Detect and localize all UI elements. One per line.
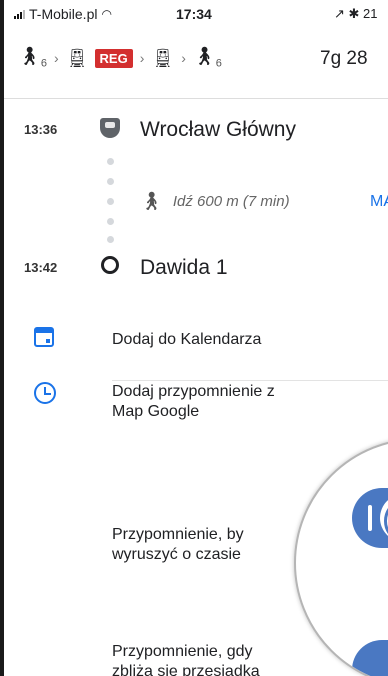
walk-icon: 🚶︎	[140, 191, 163, 211]
departure-reminder-toggle[interactable]	[352, 488, 388, 548]
timeline-dot	[107, 158, 114, 165]
toggle-knob	[380, 494, 388, 544]
timeline-dot	[107, 178, 114, 185]
carrier-name: T-Mobile.pl	[29, 6, 98, 22]
magnifier-lens	[294, 438, 388, 676]
walk-index-end: 6	[215, 57, 222, 70]
walk-icon: 🚶︎6	[192, 46, 222, 70]
chevron-right-icon: ›	[139, 50, 145, 66]
transfer-reminder-label: Przypomnienie, gdy zbliża się przesiadka	[112, 643, 260, 676]
divider	[112, 380, 388, 381]
departure-reminder-label: Przypomnienie, by wyruszyć o czasie	[112, 526, 244, 563]
reminder-section-title: Dodaj przypomnienie z Map Google	[112, 383, 275, 420]
walk-index-start: 6	[40, 57, 47, 70]
end-time: 13:42	[24, 260, 58, 275]
phone-screen: T-Mobile.pl ◠ 17:34 ↗ ✱ 21 🚶︎6 › 🚆︎ REG …	[0, 0, 388, 676]
status-bar: T-Mobile.pl ◠ 17:34 ↗ ✱ 21	[4, 0, 388, 26]
destination-circle-icon	[101, 256, 119, 274]
timeline-dot	[107, 198, 114, 205]
end-stop-name[interactable]: Dawida 1	[140, 256, 228, 280]
timeline-dot	[107, 218, 114, 225]
route-summary[interactable]: 🚶︎6 › 🚆︎ REG › 🚆︎ › 🚶︎6 7g 28	[4, 36, 388, 80]
walk-instruction: Idź 600 m (7 min)	[172, 193, 290, 210]
start-stop-name[interactable]: Wrocław Główny	[140, 118, 296, 142]
transfer-reminder-toggle[interactable]	[352, 640, 388, 676]
timeline-dot	[107, 236, 114, 243]
chevron-right-icon: ›	[53, 50, 59, 66]
stop-pin-icon	[100, 118, 120, 138]
status-right-indicators: ↗ ✱ 21	[334, 6, 378, 21]
wifi-icon: ◠	[101, 7, 112, 21]
calendar-icon	[34, 327, 54, 347]
add-to-calendar-button[interactable]: Dodaj do Kalendarza	[112, 330, 261, 350]
signal-icon	[14, 9, 25, 19]
start-time: 13:36	[24, 122, 58, 137]
walk-icon: 🚶︎6	[18, 46, 47, 70]
map-link[interactable]: MĄ	[370, 193, 388, 211]
clock-time: 17:34	[176, 6, 212, 22]
chevron-right-icon: ›	[181, 50, 186, 66]
reg-badge: REG	[94, 48, 133, 68]
divider	[4, 98, 388, 99]
trip-duration: 7g 28	[320, 48, 368, 69]
train-icon: 🚆︎	[151, 47, 175, 68]
walk-segment[interactable]: 🚶︎ Idź 600 m (7 min)	[140, 191, 290, 212]
alarm-clock-icon	[34, 382, 56, 404]
train-icon: 🚆︎	[65, 47, 89, 68]
